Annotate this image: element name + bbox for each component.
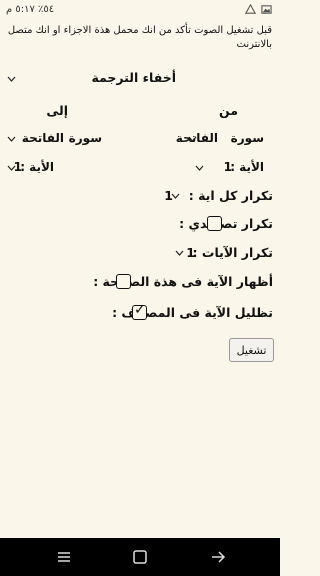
chevron-down-icon[interactable] xyxy=(7,136,16,142)
translation-toggle-label[interactable]: أخفاء الترجمة xyxy=(91,70,176,85)
chevron-down-icon[interactable] xyxy=(7,165,16,171)
repeat-ayat-label: تكرار الآيات : xyxy=(192,245,273,260)
navigation-bar xyxy=(0,538,280,576)
chevron-down-icon[interactable] xyxy=(195,165,204,171)
play-button[interactable]: تشغيل xyxy=(229,338,274,362)
to-surah-select[interactable]: الفاتحة xyxy=(22,131,64,145)
chevron-down-icon[interactable] xyxy=(175,250,184,256)
status-bar: ٥٤٪ ٥:١٧ م xyxy=(0,0,280,22)
show-on-page-checkbox[interactable] xyxy=(116,274,131,289)
home-icon[interactable] xyxy=(132,549,148,565)
from-ayah-select[interactable]: 1 xyxy=(224,160,232,174)
from-surah-label: سورة xyxy=(230,131,264,145)
to-label: إلى xyxy=(46,103,68,118)
from-label: من xyxy=(219,103,238,118)
status-time-battery: ٥٤٪ ٥:١٧ م xyxy=(6,4,54,15)
highlight-mushaf-checkbox[interactable] xyxy=(132,302,147,320)
repeat-ascending-label: تكرار تصاعدي : xyxy=(179,216,273,231)
to-ayah-label: الأية : xyxy=(20,160,54,174)
repeat-each-label: تكرار كل اية : xyxy=(188,188,273,203)
status-time: ٥:١٧ م xyxy=(6,4,35,15)
from-ayah-label: الأية : xyxy=(230,160,264,174)
recents-icon[interactable] xyxy=(56,549,72,565)
battery-percent: ٥٤٪ xyxy=(38,4,55,15)
status-icons xyxy=(245,4,272,15)
chevron-down-icon[interactable] xyxy=(7,76,16,82)
chevron-down-icon[interactable] xyxy=(188,136,197,142)
repeat-ayat-select[interactable]: 1 xyxy=(186,245,195,260)
chevron-down-icon[interactable] xyxy=(171,193,180,199)
repeat-ascending-checkbox[interactable] xyxy=(207,216,222,231)
gallery-icon xyxy=(261,5,272,14)
back-icon[interactable] xyxy=(210,549,226,565)
to-surah-label: سورة xyxy=(68,131,102,145)
download-notice: قبل تشغيل الصوت تأكد من انك محمل هذة الا… xyxy=(7,25,272,50)
notification-icon xyxy=(245,4,256,14)
